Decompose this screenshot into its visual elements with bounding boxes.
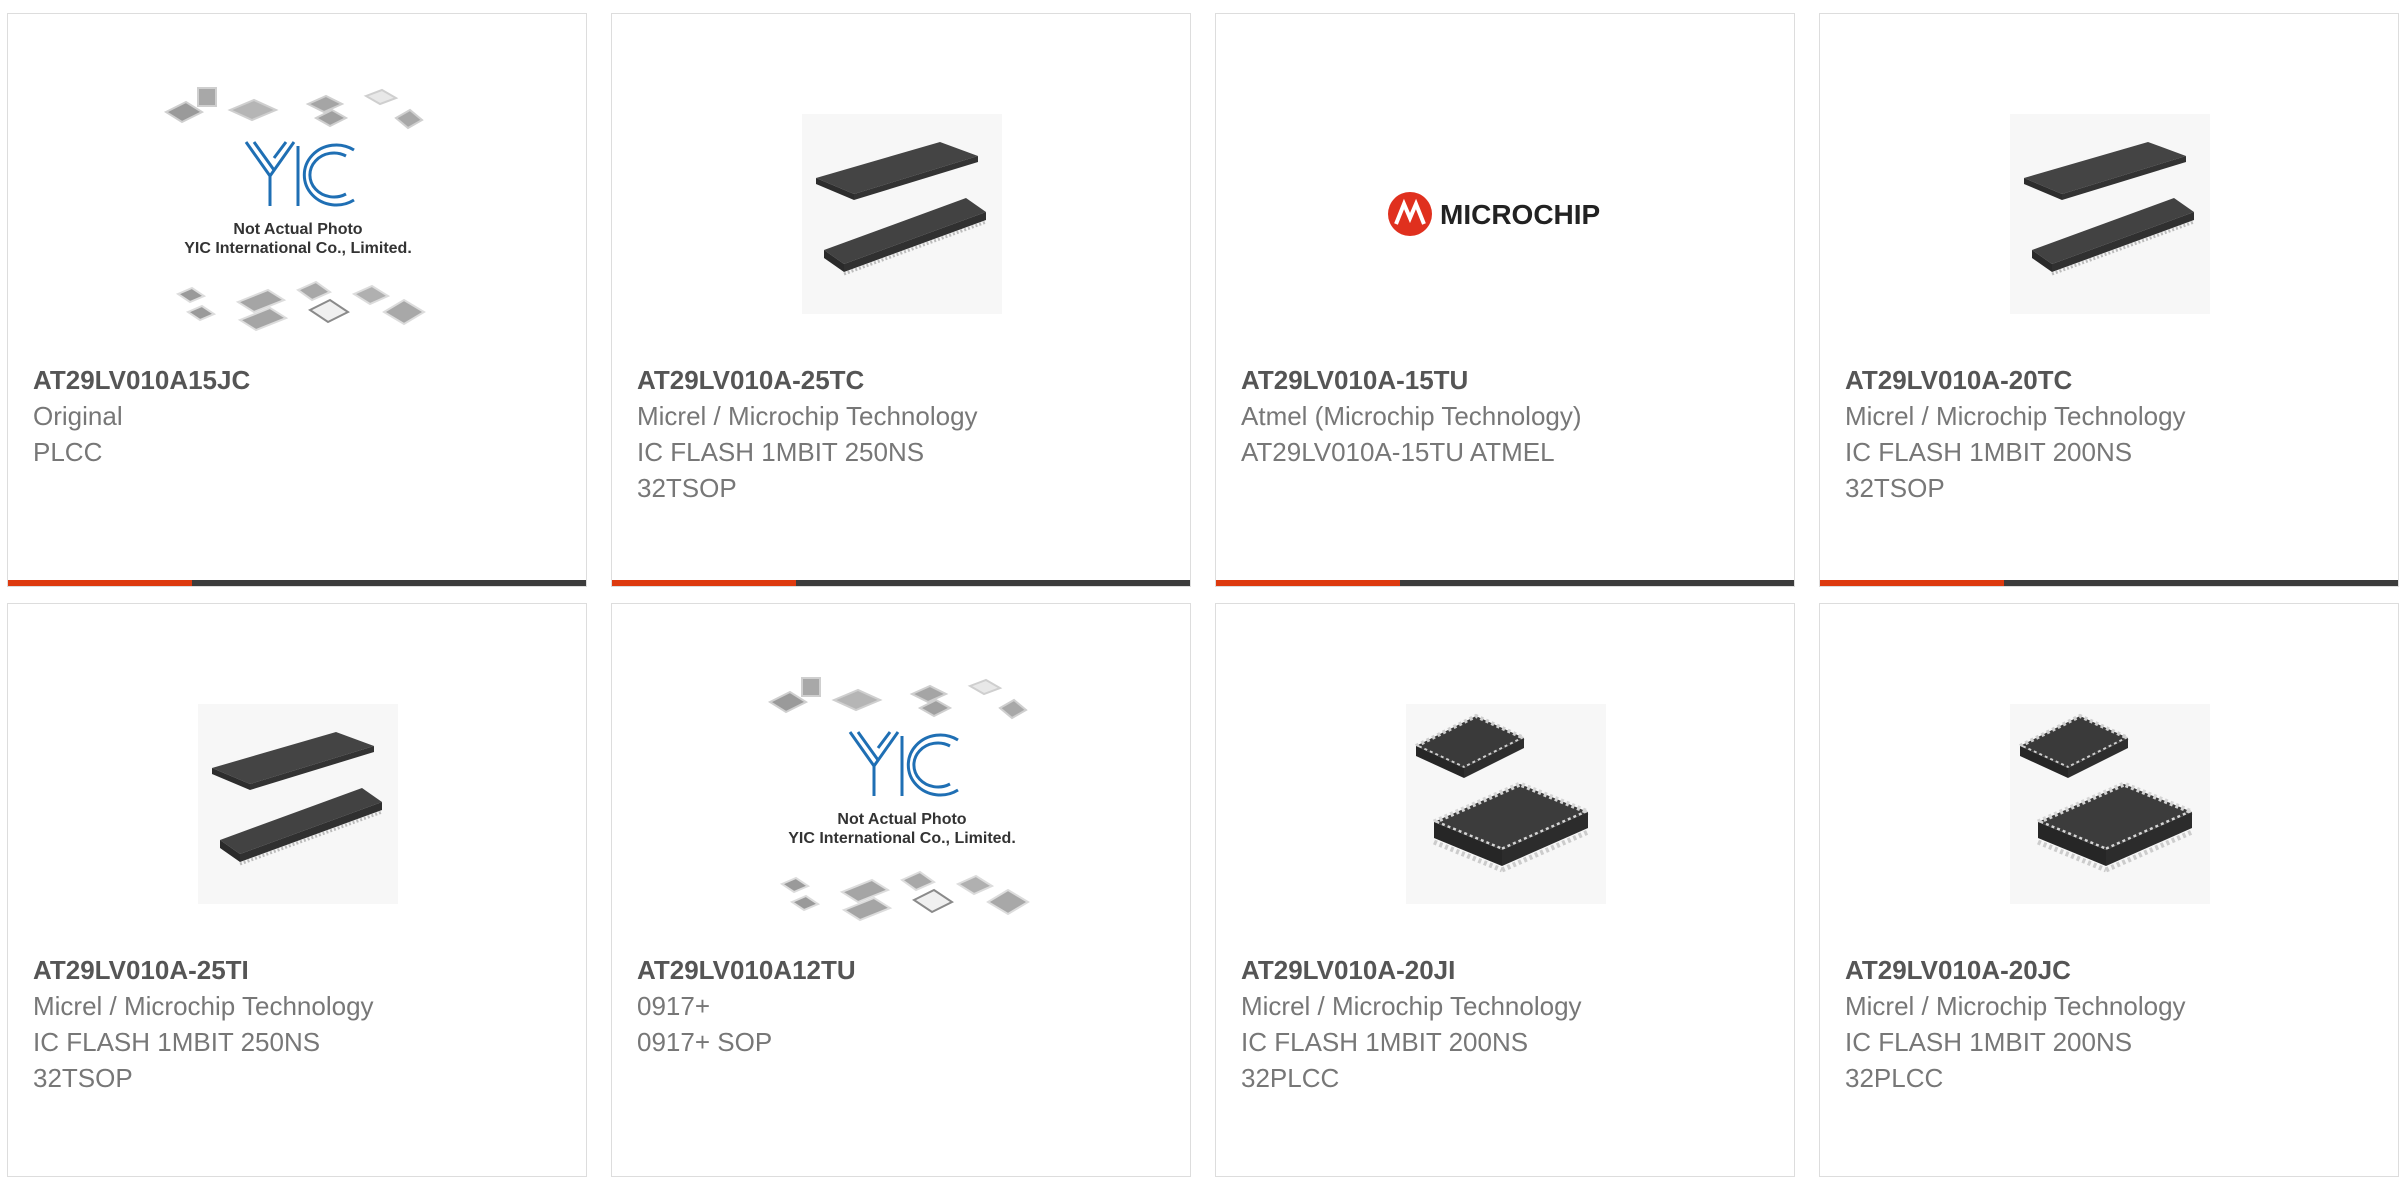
product-image: MICROCHIP bbox=[1216, 74, 1794, 354]
product-image bbox=[8, 664, 586, 944]
card-accent-bar bbox=[612, 580, 1190, 586]
product-description: PLCC bbox=[33, 437, 103, 467]
product-package: 32TSOP bbox=[1845, 473, 1945, 503]
product-card[interactable]: AT29LV010A-20JI Micrel / Microchip Techn… bbox=[1215, 603, 1795, 1177]
tsop-chip-photo bbox=[802, 114, 1002, 314]
placeholder-caption: Not Actual Photo bbox=[233, 221, 362, 238]
product-description: IC FLASH 1MBIT 200NS bbox=[1845, 437, 2133, 467]
product-part-number[interactable]: AT29LV010A-25TI bbox=[33, 955, 249, 986]
yic-placeholder-photo: Not Actual Photo YIC International Co., … bbox=[767, 677, 1030, 922]
product-card[interactable]: AT29LV010A-20TC Micrel / Microchip Techn… bbox=[1819, 13, 2399, 587]
product-description: IC FLASH 1MBIT 200NS bbox=[1241, 1027, 1529, 1057]
product-part-number[interactable]: AT29LV010A-25TC bbox=[637, 365, 864, 396]
product-card[interactable]: AT29LV010A-25TI Micrel / Microchip Techn… bbox=[7, 603, 587, 1177]
product-description: IC FLASH 1MBIT 250NS bbox=[637, 437, 925, 467]
product-grid: Not Actual Photo YIC International Co., … bbox=[0, 0, 2400, 1177]
product-part-number[interactable]: AT29LV010A15JC bbox=[33, 365, 250, 396]
card-accent-highlight bbox=[1216, 580, 1400, 586]
placeholder-caption: YIC International Co., Limited. bbox=[788, 830, 1016, 847]
product-image bbox=[612, 74, 1190, 354]
card-accent-bar bbox=[8, 580, 586, 586]
product-manufacturer: Micrel / Microchip Technology bbox=[33, 991, 374, 1021]
product-card[interactable]: AT29LV010A-20JC Micrel / Microchip Techn… bbox=[1819, 603, 2399, 1177]
product-image: Not Actual Photo YIC International Co., … bbox=[8, 74, 586, 354]
product-manufacturer: 0917+ bbox=[637, 991, 711, 1021]
product-package: 32PLCC bbox=[1241, 1063, 1340, 1093]
brand-logo-text: MICROCHIP bbox=[1440, 199, 1600, 230]
product-card[interactable]: AT29LV010A-25TC Micrel / Microchip Techn… bbox=[611, 13, 1191, 587]
product-package: 32PLCC bbox=[1845, 1063, 1944, 1093]
product-part-number[interactable]: AT29LV010A-20TC bbox=[1845, 365, 2072, 396]
product-package: 32TSOP bbox=[33, 1063, 133, 1093]
product-image bbox=[1820, 664, 2398, 944]
product-image bbox=[1216, 664, 1794, 944]
product-image: Not Actual Photo YIC International Co., … bbox=[612, 664, 1190, 944]
card-accent-highlight bbox=[1820, 580, 2004, 586]
tsop-chip-photo bbox=[198, 704, 398, 904]
product-manufacturer: Micrel / Microchip Technology bbox=[637, 401, 978, 431]
card-accent-highlight bbox=[612, 580, 796, 586]
product-description: 0917+ SOP bbox=[637, 1027, 773, 1057]
product-description: IC FLASH 1MBIT 200NS bbox=[1845, 1027, 2133, 1057]
yic-placeholder-photo: Not Actual Photo YIC International Co., … bbox=[163, 87, 426, 332]
tsop-chip-photo bbox=[2010, 114, 2210, 314]
product-manufacturer: Original bbox=[33, 401, 123, 431]
product-description: AT29LV010A-15TU ATMEL bbox=[1241, 437, 1555, 467]
plcc-chip-photo bbox=[2010, 704, 2210, 904]
placeholder-caption: Not Actual Photo bbox=[837, 811, 966, 828]
product-part-number[interactable]: AT29LV010A-15TU bbox=[1241, 365, 1468, 396]
microchip-logo: MICROCHIP bbox=[1388, 192, 1600, 236]
card-accent-highlight bbox=[8, 580, 192, 586]
product-card[interactable]: Not Actual Photo YIC International Co., … bbox=[611, 603, 1191, 1177]
product-description: IC FLASH 1MBIT 250NS bbox=[33, 1027, 321, 1057]
plcc-chip-photo bbox=[1406, 704, 1606, 904]
card-accent-bar bbox=[1216, 580, 1794, 586]
product-part-number[interactable]: AT29LV010A12TU bbox=[637, 955, 856, 986]
product-package: 32TSOP bbox=[637, 473, 737, 503]
product-image bbox=[1820, 74, 2398, 354]
product-manufacturer: Atmel (Microchip Technology) bbox=[1241, 401, 1582, 431]
product-card[interactable]: MICROCHIP AT29LV010A-15TU Atmel (Microch… bbox=[1215, 13, 1795, 587]
placeholder-caption: YIC International Co., Limited. bbox=[184, 240, 412, 257]
product-part-number[interactable]: AT29LV010A-20JC bbox=[1845, 955, 2071, 986]
product-part-number[interactable]: AT29LV010A-20JI bbox=[1241, 955, 1455, 986]
card-accent-bar bbox=[1820, 580, 2398, 586]
product-manufacturer: Micrel / Microchip Technology bbox=[1845, 401, 2186, 431]
product-card[interactable]: Not Actual Photo YIC International Co., … bbox=[7, 13, 587, 587]
product-manufacturer: Micrel / Microchip Technology bbox=[1845, 991, 2186, 1021]
product-manufacturer: Micrel / Microchip Technology bbox=[1241, 991, 1582, 1021]
